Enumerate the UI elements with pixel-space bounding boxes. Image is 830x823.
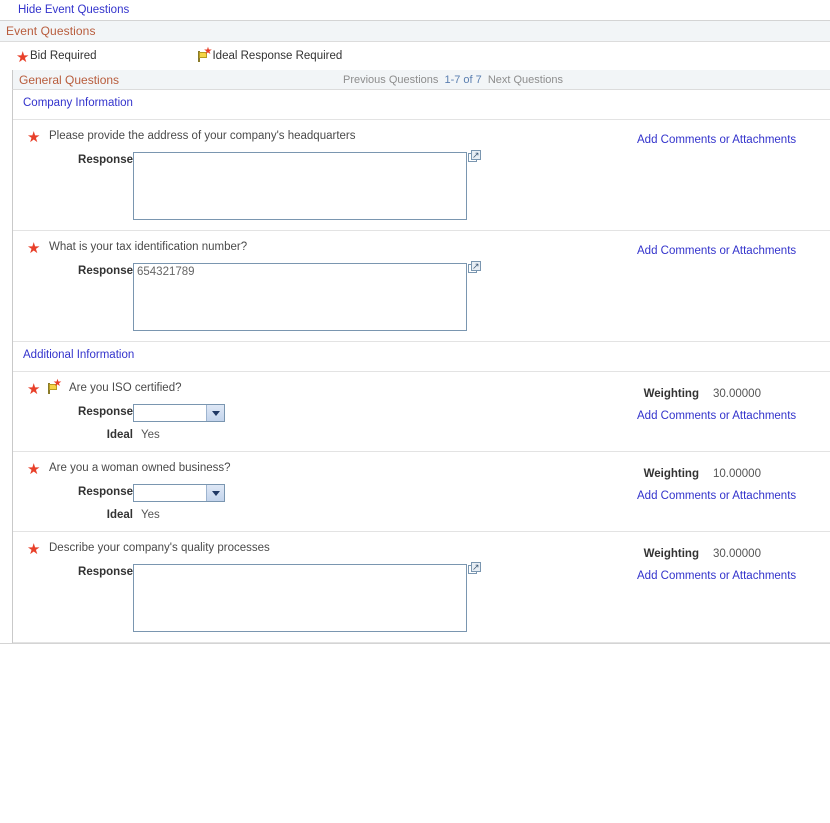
red-star-icon: ★ [27, 383, 40, 396]
weighting-value: 30.00000 [713, 388, 761, 400]
ideal-row: Ideal Yes [13, 429, 830, 441]
section-header-1: Additional Information [13, 342, 830, 372]
red-star-icon: ★ [27, 242, 40, 255]
question-text: Are you a woman owned business? [49, 462, 231, 474]
weighting-row: Weighting 30.00000 [623, 388, 830, 400]
event-questions-header: Event Questions [0, 21, 830, 42]
hide-event-questions-row: Hide Event Questions [0, 0, 830, 20]
response-textarea[interactable] [133, 564, 467, 632]
question-icons: ★ [27, 462, 43, 475]
section-title-link[interactable]: Additional Information [23, 349, 134, 361]
legend-ideal-response-label: Ideal Response Required [212, 50, 342, 62]
weighting-row: Weighting 10.00000 [623, 468, 830, 480]
legend-row: ★ Bid Required ★ Ideal Response Required [0, 42, 830, 70]
response-label: Response [71, 263, 133, 277]
question-icons: ★ [27, 130, 43, 143]
questions-pager: Previous Questions 1-7 of 7 Next Questio… [343, 74, 563, 86]
weighting-value: 30.00000 [713, 548, 761, 560]
event-questions-group: Event Questions ★ Bid Required ★ Ideal R… [0, 20, 830, 644]
red-star-icon: ★ [27, 543, 40, 556]
weighting-row: Weighting 30.00000 [623, 548, 830, 560]
response-label: Response [71, 564, 133, 578]
weighting-label: Weighting [623, 548, 699, 560]
ideal-value: Yes [141, 509, 160, 521]
ideal-response-flag-icon: ★ [196, 49, 211, 63]
question-row: ★ Are you a woman owned business? Response… [13, 452, 830, 532]
add-comments-or-attachments-link[interactable]: Add Comments or Attachments [637, 245, 830, 257]
expand-textarea-icon[interactable]: ↗ [468, 562, 482, 575]
legend-ideal-response: ★ Ideal Response Required [196, 49, 342, 63]
section-title-link[interactable]: Company Information [23, 97, 133, 109]
add-comments-or-attachments-link[interactable]: Add Comments or Attachments [637, 490, 830, 502]
general-questions-header-bar: General Questions Previous Questions 1-7… [12, 70, 830, 90]
question-text: Describe your company's quality processe… [49, 542, 270, 554]
chevron-down-icon[interactable] [206, 485, 224, 501]
question-right-column: Add Comments or Attachments [623, 134, 830, 146]
question-text: Are you ISO certified? [69, 382, 182, 394]
weighting-label: Weighting [623, 388, 699, 400]
legend-bid-required-label: Bid Required [30, 50, 96, 62]
add-comments-or-attachments-link[interactable]: Add Comments or Attachments [637, 134, 830, 146]
ideal-value: Yes [141, 429, 160, 441]
question-icons: ★ [27, 241, 43, 254]
response-textarea-wrap: ↗ [133, 152, 467, 220]
response-textarea-wrap: ↗ [133, 263, 467, 331]
response-textarea[interactable] [133, 152, 467, 220]
ideal-label: Ideal [71, 429, 133, 441]
legend-bid-required: ★ Bid Required [16, 50, 96, 63]
questions-body: Company Information ★ Please provide the a… [12, 90, 830, 643]
expand-textarea-icon[interactable]: ↗ [468, 261, 482, 274]
response-row: Response↗ [13, 152, 830, 220]
response-label: Response [71, 484, 133, 498]
red-star-icon: ★ [27, 463, 40, 476]
response-textarea[interactable] [133, 263, 467, 331]
previous-questions-link[interactable]: Previous Questions [343, 74, 438, 86]
question-right-column: Weighting 10.00000 Add Comments or Attachm… [623, 468, 830, 502]
red-star-icon: ★ [16, 51, 29, 64]
general-questions-title: General Questions [19, 73, 119, 87]
red-star-icon: ★ [27, 131, 40, 144]
pager-count: 1-7 of 7 [444, 74, 481, 86]
question-icons: ★★ [27, 381, 63, 395]
chevron-down-icon[interactable] [206, 405, 224, 421]
question-right-column: Weighting 30.00000 Add Comments or Attachm… [623, 548, 830, 582]
ideal-row: Ideal Yes [13, 509, 830, 521]
weighting-label: Weighting [623, 468, 699, 480]
question-row: ★ What is your tax identification number?… [13, 231, 830, 342]
section-header-0: Company Information [13, 90, 830, 120]
response-row: Response↗ [13, 263, 830, 331]
weighting-value: 10.00000 [713, 468, 761, 480]
add-comments-or-attachments-link[interactable]: Add Comments or Attachments [637, 570, 830, 582]
ideal-label: Ideal [71, 509, 133, 521]
response-label: Response [71, 152, 133, 166]
event-questions-page: Hide Event Questions Event Questions ★ B… [0, 0, 830, 823]
question-right-column: Weighting 30.00000 Add Comments or Attachm… [623, 388, 830, 422]
question-icons: ★ [27, 542, 43, 555]
response-dropdown[interactable] [133, 404, 225, 422]
ideal-response-flag-icon: ★ [46, 381, 61, 395]
next-questions-link[interactable]: Next Questions [488, 74, 563, 86]
expand-textarea-icon[interactable]: ↗ [468, 150, 482, 163]
question-row: ★ Describe your company's quality process… [13, 532, 830, 643]
response-textarea-wrap: ↗ [133, 564, 467, 632]
question-text: What is your tax identification number? [49, 241, 247, 253]
question-text: Please provide the address of your compa… [49, 130, 356, 142]
add-comments-or-attachments-link[interactable]: Add Comments or Attachments [637, 410, 830, 422]
question-right-column: Add Comments or Attachments [623, 245, 830, 257]
question-row: ★ Please provide the address of your comp… [13, 120, 830, 231]
hide-event-questions-link[interactable]: Hide Event Questions [18, 4, 129, 16]
response-label: Response [71, 404, 133, 418]
question-row: ★★Are you ISO certified?ResponseIdealYes… [13, 372, 830, 452]
response-dropdown[interactable] [133, 484, 225, 502]
